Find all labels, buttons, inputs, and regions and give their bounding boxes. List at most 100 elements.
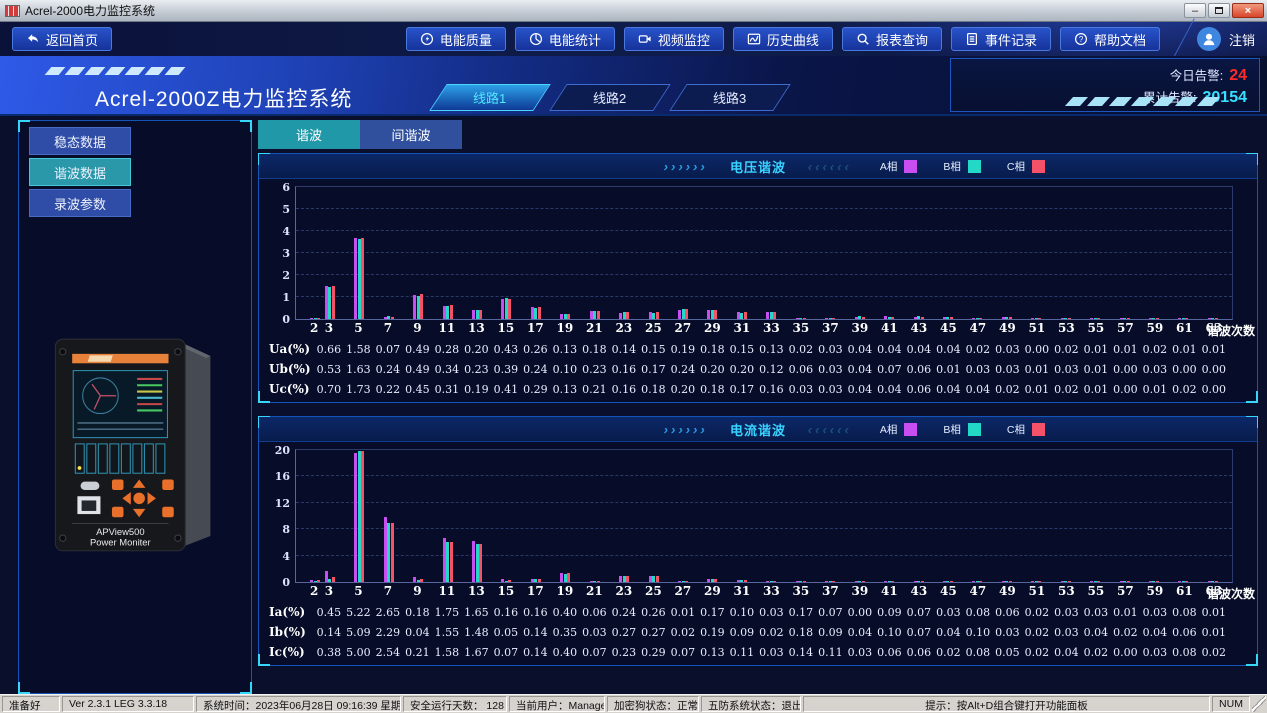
back-home-button[interactable]: 返回首页 (12, 27, 113, 51)
window-title: Acrel-2000电力监控系统 (25, 4, 156, 18)
bar (1097, 318, 1101, 319)
close-button[interactable]: × (1232, 3, 1264, 18)
x-tick-label: 55 (1087, 321, 1105, 335)
chart-area: 0 4 8 12 16 20 (259, 442, 1257, 589)
video-camera-icon (638, 35, 651, 43)
table-cell: 0.02 (965, 343, 991, 356)
bar (949, 581, 953, 582)
table-cell: 0.07 (877, 363, 902, 376)
table-cell: 0.07 (493, 646, 519, 659)
status-safe-days: 安全运行天数： 128 (403, 696, 507, 712)
table-cell: 0.04 (965, 383, 991, 396)
status-num-lock: NUM (1212, 696, 1250, 712)
table-cell: 0.04 (936, 383, 961, 396)
tab-interharmonics[interactable]: 间谐波 (360, 120, 462, 149)
table-value-layer: 0.38 5.00 2.54 0.21 1.58 1.67 0.07 0.14 0.40 0.07… (295, 642, 1233, 662)
table-cell: 0.02 (1142, 343, 1168, 356)
table-cell: 0.03 (965, 363, 991, 376)
alarm-today-label: 今日告警: (1169, 69, 1224, 83)
nav-report-query-button[interactable]: 报表查询 (841, 27, 942, 51)
x-tick-label: 23 (615, 584, 633, 598)
x-tick-label: 21 (586, 584, 603, 598)
x-tick-label: 19 (556, 321, 574, 335)
status-wufang-state: 五防系统状态：退出 (701, 696, 801, 712)
table-cell: 0.04 (847, 343, 873, 356)
bar (361, 237, 365, 319)
nav-event-log-button[interactable]: 事件记录 (950, 27, 1051, 51)
y-tick-label: 5 (282, 203, 290, 216)
table-cell: 0.04 (847, 363, 873, 376)
bar (891, 581, 895, 582)
table-cell: 0.06 (582, 606, 607, 619)
table-cell: 0.02 (1113, 626, 1138, 639)
tab-line3[interactable]: 线路3 (669, 84, 791, 111)
table-cell: 0.03 (818, 343, 843, 356)
table-cell: 0.29 (523, 383, 548, 396)
table-cell: 0.00 (1113, 646, 1138, 659)
table-cell: 0.19 (464, 383, 489, 396)
bar (1185, 318, 1189, 319)
table-cell: 0.03 (847, 646, 873, 659)
tab-line1[interactable]: 线路1 (429, 84, 551, 111)
table-cell: 0.04 (847, 383, 873, 396)
tab-harmonics[interactable]: 谐波 (258, 120, 360, 149)
legend: A相 B相 C相 (880, 417, 1045, 441)
table-cell: 0.02 (788, 343, 814, 356)
x-tick-label: 29 (704, 321, 721, 335)
search-icon (857, 33, 869, 45)
x-tick-label: 37 (822, 321, 839, 335)
voltage-harmonics-table: Ua(%) 0.66 1.58 0.07 0.49 0.28 0.20 0.43 0.26 0.1… (259, 339, 1257, 399)
device-model-label: APView500 (96, 526, 144, 537)
tab-line2[interactable]: 线路2 (549, 84, 671, 111)
table-cell: 0.04 (936, 343, 961, 356)
maximize-button[interactable] (1208, 3, 1230, 18)
sidebar-item-steady-data[interactable]: 稳态数据 (29, 127, 131, 155)
bar (891, 316, 895, 319)
nav-energy-stats-button[interactable]: 电能统计 (514, 27, 615, 51)
table-cell: 0.03 (1054, 626, 1079, 639)
y-tick-label: 4 (282, 225, 290, 239)
nav-history-curve-button[interactable]: 历史曲线 (732, 27, 833, 51)
alarm-today-count: 24 (1229, 67, 1247, 84)
sidebar-item-wave-record-params[interactable]: 录波参数 (29, 189, 131, 217)
y-tick-label: 6 (282, 181, 290, 194)
logout-button[interactable]: 注销 (1196, 27, 1255, 51)
x-tick-label: 37 (822, 584, 839, 598)
corner-decoration (240, 120, 252, 132)
bar (802, 581, 806, 582)
table-cell: 0.01 (1172, 343, 1197, 356)
table-cell: 0.10 (965, 626, 991, 639)
x-tick-label: 2 (309, 584, 319, 598)
x-axis: 2 3 5 7 9 11 13 15 17 19 21 23 25 27 29 31 33 35 37 39 41 43 4… (259, 583, 1257, 601)
gridline (296, 252, 1232, 253)
table-cell: 1.63 (346, 363, 371, 376)
panel-header: ›››››› 电流谐波 ‹‹‹‹‹‹ A相 B相 C相 (259, 417, 1257, 442)
resize-grip[interactable] (1252, 696, 1266, 712)
table-cell: 0.03 (936, 606, 961, 619)
x-tick-label: 9 (413, 321, 422, 335)
bar (331, 577, 335, 582)
table-cell: 0.08 (1172, 646, 1197, 659)
table-cell: 0.24 (375, 363, 401, 376)
panel-header: ›››››› 电压谐波 ‹‹‹‹‹‹ A相 B相 C相 (259, 154, 1257, 179)
table-cell: 0.07 (906, 606, 932, 619)
nav-power-quality-button[interactable]: 电能质量 (405, 27, 506, 51)
sidebar-item-harmonic-data[interactable]: 谐波数据 (29, 158, 131, 186)
table-cell: 0.01 (670, 606, 696, 619)
nav-help-docs-button[interactable]: ? 帮助文档 (1059, 27, 1160, 51)
table-cell: 0.18 (582, 343, 607, 356)
current-harmonics-table: Ia(%) 0.45 5.22 2.65 0.18 1.75 1.65 0.16 0.16 0.4… (259, 602, 1257, 662)
table-cell: 0.41 (493, 383, 519, 396)
bar (1185, 581, 1189, 582)
table-cell: 2.29 (375, 626, 401, 639)
x-tick-label: 13 (468, 321, 485, 335)
minimize-button[interactable]: – (1184, 3, 1206, 18)
nav-video-monitor-button[interactable]: 视频监控 (623, 27, 724, 51)
table-cell: 0.10 (729, 606, 755, 619)
legend-label: A相 (879, 423, 898, 436)
x-tick-label: 35 (792, 584, 810, 598)
table-cell: 5.09 (346, 626, 371, 639)
main-area: 稳态数据 谐波数据 录波参数 APView500 Power Moniter 谐… (0, 116, 1267, 694)
table-cell: 0.03 (1054, 363, 1079, 376)
legend-swatch (904, 422, 918, 436)
